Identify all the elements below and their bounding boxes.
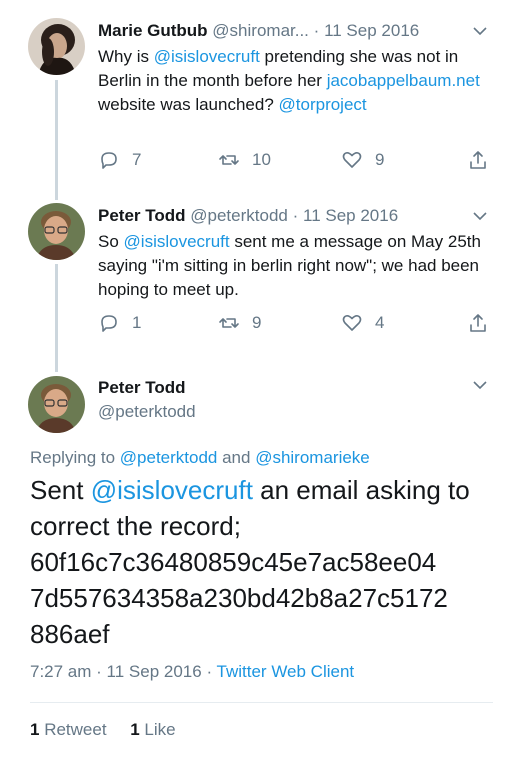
mention-link[interactable]: @isislovecruft <box>91 475 253 505</box>
url-link[interactable]: jacobappelbaum.net <box>327 71 480 90</box>
reply-button[interactable]: 1 <box>98 310 141 336</box>
like-label: Like <box>139 720 176 739</box>
text-segment: Sent <box>30 475 91 505</box>
avatar-peter[interactable] <box>28 203 85 260</box>
retweet-count: 10 <box>252 150 271 169</box>
tweet-date[interactable]: 11 Sep 2016 <box>324 21 419 40</box>
like-count: 1 <box>130 720 140 739</box>
separator: · <box>91 662 107 681</box>
retweet-label: Retweet <box>39 720 107 739</box>
like-count: 4 <box>375 313 385 332</box>
thread-line <box>55 264 58 372</box>
tweet-actions: 7 10 9 <box>98 147 489 173</box>
text-line: Sent @isislovecruft an email asking to <box>30 472 503 508</box>
like-icon <box>341 149 363 171</box>
retweet-button[interactable]: 10 <box>218 147 271 173</box>
like-icon <box>341 312 363 334</box>
avatar-marie[interactable] <box>28 18 85 75</box>
replying-to: Replying to @peterktodd and @shiromariek… <box>30 446 370 470</box>
like-count: 9 <box>375 150 385 169</box>
text-segment: an email asking to <box>252 475 470 505</box>
tweet-date[interactable]: 11 Sep 2016 <box>107 662 202 681</box>
tweet-header: Peter Todd @peterktodd · 11 Sep 2016 <box>98 205 398 227</box>
author-handle[interactable]: @peterktodd <box>190 206 288 225</box>
mention-link[interactable]: @isislovecruft <box>124 232 230 251</box>
share-icon <box>467 149 489 171</box>
author-handle[interactable]: @shiromar... <box>212 21 309 40</box>
replying-prefix: Replying to <box>30 448 120 467</box>
text-segment: So <box>98 232 124 251</box>
retweet-icon <box>218 149 240 171</box>
thread-line <box>55 80 58 200</box>
chevron-down-icon[interactable] <box>471 376 489 394</box>
retweet-button[interactable]: 9 <box>218 310 261 336</box>
replying-and: and <box>217 448 256 467</box>
like-stat[interactable]: 1 Like <box>130 720 175 739</box>
tweet-date[interactable]: 11 Sep 2016 <box>303 206 398 225</box>
like-button[interactable]: 9 <box>341 147 384 173</box>
tweet-actions: 1 9 4 <box>98 310 489 336</box>
tweet-text: So @isislovecruft sent me a message on M… <box>98 230 489 302</box>
author-name[interactable]: Peter Todd <box>98 206 186 225</box>
text-line: 7d557634358a230bd42b8a27c5172 <box>30 583 448 613</box>
mention-link[interactable]: @peterktodd <box>120 448 218 467</box>
text-segment: Why is <box>98 47 154 66</box>
text-line: 60f16c7c36480859c45e7ac58ee04 <box>30 547 437 577</box>
main-tweet-text: Sent @isislovecruft an email asking to c… <box>30 472 503 652</box>
separator: · <box>313 21 320 40</box>
reply-count: 1 <box>132 313 142 332</box>
tweet-meta: 7:27 am · 11 Sep 2016 · Twitter Web Clie… <box>30 660 354 684</box>
author-name[interactable]: Marie Gutbub <box>98 21 208 40</box>
reply-icon <box>98 149 120 171</box>
mention-link[interactable]: @isislovecruft <box>154 47 260 66</box>
reply-icon <box>98 312 120 334</box>
author-name[interactable]: Peter Todd <box>98 378 186 398</box>
retweet-count: 9 <box>252 313 262 332</box>
share-button[interactable] <box>467 147 489 173</box>
tweet-time[interactable]: 7:27 am <box>30 662 91 681</box>
share-icon <box>467 312 489 334</box>
separator: · <box>292 206 299 225</box>
client-link[interactable]: Twitter Web Client <box>217 662 355 681</box>
mention-link[interactable]: @shiromarieke <box>255 448 370 467</box>
reply-count: 7 <box>132 150 142 169</box>
chevron-down-icon[interactable] <box>471 207 489 225</box>
tweet-stats: 1 Retweet 1 Like <box>30 718 176 742</box>
text-segment: website was launched? <box>98 95 279 114</box>
tweet-header: Marie Gutbub @shiromar... · 11 Sep 2016 <box>98 20 419 42</box>
like-button[interactable]: 4 <box>341 310 384 336</box>
separator: · <box>201 662 217 681</box>
chevron-down-icon[interactable] <box>471 22 489 40</box>
reply-button[interactable]: 7 <box>98 147 141 173</box>
share-button[interactable] <box>467 310 489 336</box>
text-line: correct the record; <box>30 511 241 541</box>
author-handle[interactable]: @peterktodd <box>98 402 196 422</box>
mention-link[interactable]: @torproject <box>279 95 367 114</box>
text-line: 886aef <box>30 619 110 649</box>
retweet-icon <box>218 312 240 334</box>
tweet-text: Why is @isislovecruft pretending she was… <box>98 45 489 117</box>
avatar-peter[interactable] <box>28 376 85 433</box>
retweet-stat[interactable]: 1 Retweet <box>30 720 107 739</box>
divider <box>30 702 493 703</box>
